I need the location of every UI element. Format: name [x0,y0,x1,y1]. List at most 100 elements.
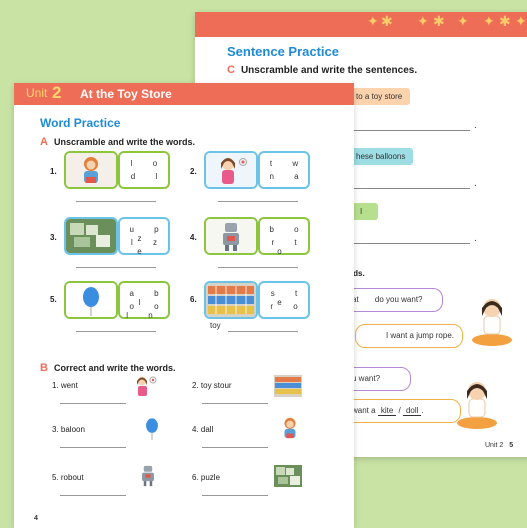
unit-label: Unit [26,86,48,100]
letter-row: r o [270,302,307,311]
letter-row: d l [130,172,167,181]
letter-tile: u p z l z e [118,217,170,256]
girl-sitting-icon [457,382,497,429]
misspelled-word: 2. toy stour [192,381,232,390]
answer-line[interactable] [76,267,156,268]
star-decoration-icon: ✱ [499,14,511,30]
answer-line[interactable] [60,403,126,404]
letter-tile: s t e r o [258,281,310,319]
section-a-instruction: A Unscramble and write the words. [40,136,195,148]
answer-line[interactable] [76,331,156,332]
star-decoration-icon: ✦ [515,14,527,30]
balloon-icon [64,281,118,319]
item-number: 4. [190,233,197,242]
letter-row: n a [269,172,308,181]
choice-word[interactable]: doll [402,406,422,416]
girl-sitting-icon [472,299,512,346]
answer-line[interactable] [350,188,470,189]
letter-row: l z e [131,238,166,256]
word-chip: hese balloons [350,148,414,165]
answer-line[interactable] [202,403,268,404]
answer-line[interactable] [60,447,126,448]
choice-separator: / [398,406,401,415]
star-decoration-icon: ✦ [367,14,379,30]
letter-row: b o [269,225,308,234]
star-decoration-icon: ✱ [381,14,393,30]
bubble-text: do you want? [374,295,423,304]
answer-line[interactable] [218,201,298,202]
item-number: 1. [50,167,57,176]
unit-title: At the Toy Store [80,87,172,101]
word-chip: I [350,203,379,220]
period-mark: . [421,406,424,415]
instruction-text: Correct and write the words. [53,363,176,373]
letter-tile: a b l o o l n [118,281,170,320]
period-mark: . [474,120,477,131]
word-chip: to a toy store [350,88,411,105]
workbook-page-4: Unit 2 At the Toy Store Word Practice AU… [14,83,354,528]
puzzle-icon [64,217,118,255]
misspelled-word: 3. baloon [52,425,85,434]
section-b-instruction: B Correct and write the words. [40,362,175,374]
item-number: 3. [50,233,57,242]
page-header-band: ✦ ✱ ✦ ✱ ✦ ✦ ✱ ✦ [195,12,527,37]
speech-bubble-answer: want a kite / doll. [343,399,461,423]
store-shelf-icon [204,281,258,319]
page-number: 4 [34,515,38,522]
letter-tile: t w n a [258,151,310,189]
letter-tile: b o r t o [258,217,310,256]
item-number: 5. [50,295,57,304]
page-number: 5 [509,442,514,449]
footer-unit-label: Unit 2 [485,442,504,449]
star-decoration-icon: ✦ [483,14,495,30]
letter-row: l o [130,159,167,168]
misspelled-word: 1. went [52,381,78,390]
answer-line[interactable] [202,495,268,496]
answer-line[interactable] [60,495,126,496]
bubble-text: I want a jump rope. [385,331,454,340]
robot-icon [204,217,258,255]
star-decoration-icon: ✦ [417,14,429,30]
answer-line[interactable] [350,130,470,131]
letter-tile: l o d l [118,151,170,189]
answer-line[interactable] [76,201,156,202]
period-mark: . [474,233,477,244]
speech-bubble-answer: I want a jump rope. [355,324,463,348]
puzzle-icon [274,465,302,487]
bubble-text: u want? [352,374,381,383]
unit-header-band: Unit 2 At the Toy Store [14,83,354,105]
page-footer: Unit 2 5 [485,442,513,449]
misspelled-word: 4. dall [192,425,214,434]
section-title: Sentence Practice [227,44,340,59]
period-mark: . [474,178,477,189]
answer-line[interactable] [202,447,268,448]
store-shelf-icon [274,375,302,397]
bubble-text: want a [352,406,376,415]
robot-icon [142,465,154,487]
answer-line[interactable] [350,243,470,244]
prefix-word: toy [210,321,221,330]
doll-icon [64,151,118,189]
girl-wanting-icon [137,376,157,396]
section-title: Word Practice [40,116,121,130]
girl-wanting-icon [204,151,258,189]
answer-line[interactable] [218,267,298,268]
instruction-text: Unscramble and write the words. [53,137,195,147]
section-letter: C [227,64,235,76]
star-decoration-icon: ✱ [433,14,445,30]
letter-row: o o l n [126,302,168,320]
speech-bubble-question: at do you want? [343,288,443,312]
unit-number: 2 [52,83,62,102]
choice-word[interactable]: kite [377,406,397,416]
misspelled-word: 5. robout [52,473,84,482]
section-letter: A [40,136,48,148]
star-decoration-icon: ✦ [457,14,469,30]
section-letter: B [40,362,48,374]
letter-row: r t o [271,238,306,256]
section-c-instruction: C Unscramble and write the sentences. [227,64,417,76]
instruction-text: Unscramble and write the sentences. [240,65,418,76]
misspelled-word: 6. puzle [192,473,221,482]
item-number: 2. [190,167,197,176]
letter-row: t w [269,159,308,168]
answer-line[interactable] [228,331,298,332]
